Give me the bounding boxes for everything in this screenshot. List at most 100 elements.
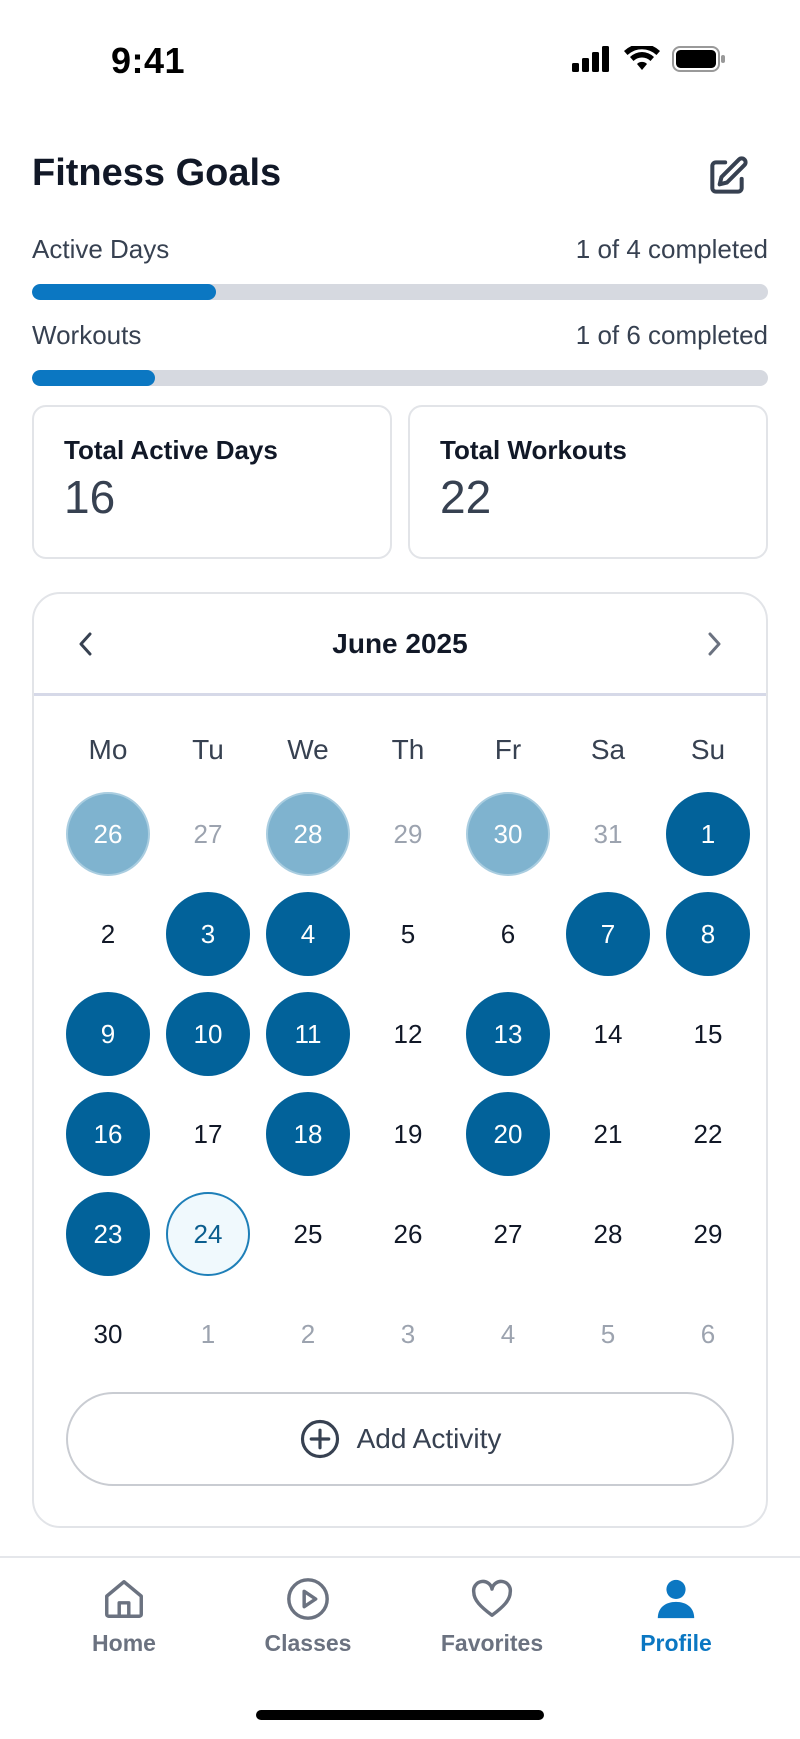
calendar-week: 9 10 11 12 13 14 15 [58, 984, 758, 1084]
add-activity-button[interactable]: Add Activity [66, 1392, 734, 1486]
add-activity-label: Add Activity [356, 1423, 502, 1454]
calendar-week: 30 1 2 3 4 5 6 [58, 1284, 758, 1384]
calendar-day[interactable]: 4 [466, 1292, 550, 1376]
tab-label: Profile [640, 1630, 712, 1656]
calendar-day[interactable]: 30 [466, 792, 550, 876]
stat-card-workouts: Total Workouts 22 [408, 405, 768, 559]
calendar-day-cell: 2 [258, 1284, 358, 1384]
calendar-day[interactable]: 13 [466, 992, 550, 1076]
calendar-day[interactable]: 31 [566, 792, 650, 876]
battery-icon [672, 46, 725, 72]
weekday-label: Th [391, 734, 425, 765]
calendar-day[interactable]: 25 [266, 1192, 350, 1276]
calendar-day-cell: 15 [658, 984, 758, 1084]
calendar: June 2025 Mo Tu We Th Fr Sa Su 26 27 28 29 30 31 1 2 3… [32, 592, 768, 1528]
calendar-day-cell: 4 [458, 1284, 558, 1384]
wifi-icon [624, 46, 660, 70]
calendar-day-cell: 18 [258, 1084, 358, 1184]
home-icon [105, 1580, 143, 1618]
calendar-day[interactable]: 6 [466, 892, 550, 976]
goal-label: Workouts [32, 320, 142, 350]
calendar-day[interactable]: 9 [66, 992, 150, 1076]
user-icon [657, 1579, 695, 1619]
weekday-label: Su [690, 734, 726, 765]
calendar-day-cell: 5 [558, 1284, 658, 1384]
calendar-day[interactable]: 30 [66, 1292, 150, 1376]
calendar-day[interactable]: 16 [66, 1092, 150, 1176]
calendar-day[interactable]: 5 [566, 1292, 650, 1376]
next-month-button[interactable] [694, 624, 734, 664]
calendar-day[interactable]: 19 [366, 1092, 450, 1176]
calendar-day[interactable]: 14 [566, 992, 650, 1076]
calendar-day[interactable]: 26 [66, 792, 150, 876]
calendar-day[interactable]: 29 [666, 1192, 750, 1276]
calendar-day[interactable]: 7 [566, 892, 650, 976]
previous-month-button[interactable] [66, 624, 106, 664]
tab-profile[interactable]: Profile [596, 1576, 756, 1657]
tab-home[interactable]: Home [44, 1576, 204, 1657]
calendar-day[interactable]: 4 [266, 892, 350, 976]
calendar-day[interactable]: 24 [166, 1192, 250, 1276]
tab-label: Home [92, 1630, 156, 1656]
calendar-day[interactable]: 3 [366, 1292, 450, 1376]
tab-classes[interactable]: Classes [228, 1576, 388, 1657]
weekday-header: Mo Tu We Th Fr Sa Su [58, 734, 758, 766]
goal-progress-bar [32, 284, 768, 300]
calendar-day-cell: 27 [158, 784, 258, 884]
weekday-label: Tu [192, 734, 224, 765]
calendar-day-cell: 26 [58, 784, 158, 884]
calendar-day[interactable]: 23 [66, 1192, 150, 1276]
calendar-day-cell: 17 [158, 1084, 258, 1184]
calendar-day-cell: 25 [258, 1184, 358, 1284]
calendar-day[interactable]: 27 [166, 792, 250, 876]
calendar-day[interactable]: 22 [666, 1092, 750, 1176]
calendar-day[interactable]: 1 [666, 792, 750, 876]
calendar-day-cell: 28 [258, 784, 358, 884]
status-icons [572, 46, 726, 72]
calendar-week: 16 17 18 19 20 21 22 [58, 1084, 758, 1184]
calendar-day[interactable]: 17 [166, 1092, 250, 1176]
edit-goals-button[interactable] [700, 150, 754, 204]
goal-status: 1 of 6 completed [575, 320, 768, 350]
calendar-day-cell: 2 [58, 884, 158, 984]
calendar-day[interactable]: 2 [66, 892, 150, 976]
calendar-day-cell: 29 [358, 784, 458, 884]
calendar-day-cell: 29 [658, 1184, 758, 1284]
calendar-day[interactable]: 20 [466, 1092, 550, 1176]
calendar-day[interactable]: 28 [566, 1192, 650, 1276]
calendar-day[interactable]: 5 [366, 892, 450, 976]
calendar-day[interactable]: 29 [366, 792, 450, 876]
calendar-day-cell: 16 [58, 1084, 158, 1184]
calendar-day[interactable]: 12 [366, 992, 450, 1076]
calendar-day[interactable]: 8 [666, 892, 750, 976]
calendar-day[interactable]: 2 [266, 1292, 350, 1376]
calendar-day-cell: 28 [558, 1184, 658, 1284]
calendar-day[interactable]: 3 [166, 892, 250, 976]
calendar-day[interactable]: 6 [666, 1292, 750, 1376]
goal-label: Active Days [32, 234, 170, 264]
calendar-day-cell: 3 [158, 884, 258, 984]
calendar-day[interactable]: 28 [266, 792, 350, 876]
tab-favorites[interactable]: Favorites [412, 1576, 572, 1657]
calendar-day-cell: 10 [158, 984, 258, 1084]
calendar-day[interactable]: 26 [366, 1192, 450, 1276]
calendar-day-cell: 22 [658, 1084, 758, 1184]
chevron-left-icon [79, 632, 92, 655]
calendar-day[interactable]: 11 [266, 992, 350, 1076]
calendar-day[interactable]: 27 [466, 1192, 550, 1276]
calendar-day-cell: 4 [258, 884, 358, 984]
calendar-day-cell: 14 [558, 984, 658, 1084]
heart-icon [471, 1579, 513, 1618]
calendar-day[interactable]: 15 [666, 992, 750, 1076]
calendar-day[interactable]: 10 [166, 992, 250, 1076]
calendar-day[interactable]: 1 [166, 1292, 250, 1376]
tab-label: Classes [264, 1630, 352, 1656]
calendar-day-cell: 30 [458, 784, 558, 884]
calendar-day[interactable]: 18 [266, 1092, 350, 1176]
calendar-week: 26 27 28 29 30 31 1 [58, 784, 758, 884]
calendar-day-cell: 5 [358, 884, 458, 984]
cellular-signal-icon [572, 46, 609, 72]
calendar-day-cell: 9 [58, 984, 158, 1084]
calendar-week: 23 24 25 26 27 28 29 [58, 1184, 758, 1284]
calendar-day[interactable]: 21 [566, 1092, 650, 1176]
